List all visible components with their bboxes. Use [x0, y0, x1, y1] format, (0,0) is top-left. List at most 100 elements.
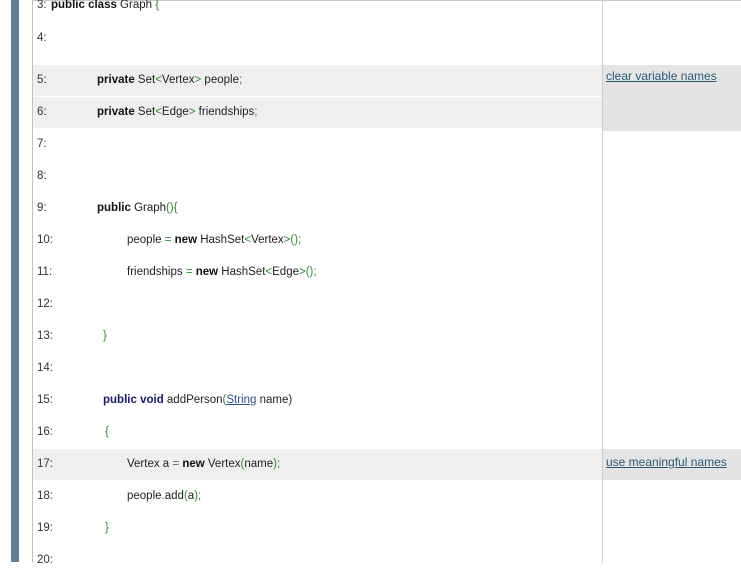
- code-text: people = new HashSet<Vertex>();: [127, 225, 301, 256]
- code-line: 4:: [33, 23, 603, 54]
- code-line: 15: public void addPerson(String name): [33, 385, 603, 416]
- comment-panel: clear variable names use meaningful names: [602, 0, 741, 563]
- line-number: 15:: [37, 394, 53, 406]
- code-token: Edge: [272, 266, 299, 278]
- code-token: people: [127, 490, 162, 502]
- code-line: 10: people = new HashSet<Vertex>();: [33, 225, 603, 256]
- line-number: 20:: [37, 554, 53, 566]
- line-number: 12:: [37, 298, 53, 310]
- review-comment-link[interactable]: clear variable names: [606, 65, 717, 87]
- code-text: Vertex a = new Vertex(name);: [127, 449, 280, 480]
- code-token: HashSet: [197, 234, 245, 246]
- code-text: people.add(a);: [127, 481, 201, 512]
- code-token: friendships: [195, 106, 255, 118]
- keyword: new: [182, 458, 205, 470]
- code-token: Graph: [116, 0, 156, 11]
- keyword: public: [103, 394, 137, 406]
- code-line: 9: public Graph(){: [33, 193, 603, 224]
- code-token: Vertex: [204, 458, 241, 470]
- code-line: 8:: [33, 161, 603, 192]
- code-text: }: [105, 513, 109, 544]
- code-token: addPerson: [163, 394, 223, 406]
- code-token: add: [164, 490, 184, 502]
- line-number: 5:: [37, 74, 47, 86]
- code-line: 5: private Set<Vertex> people;: [33, 65, 603, 96]
- keyword: new: [174, 234, 198, 246]
- comment-band: use meaningful names: [603, 449, 741, 480]
- line-number: 3:: [37, 0, 47, 11]
- code-line: 11: friendships = new HashSet<Edge>();: [33, 257, 603, 288]
- code-text: friendships = new HashSet<Edge>();: [127, 257, 317, 288]
- code-token: );: [273, 458, 281, 470]
- review-comment-link[interactable]: use meaningful names: [606, 451, 727, 473]
- code-line: 14:: [33, 353, 603, 384]
- keyword: class: [88, 0, 117, 11]
- keyword: private: [97, 74, 135, 86]
- code-token: Set: [134, 106, 156, 118]
- comment-band: clear variable names: [603, 65, 741, 131]
- code-text: public void addPerson(String name): [103, 385, 292, 416]
- code-token: Graph: [130, 202, 167, 214]
- line-number: 8:: [37, 170, 47, 182]
- code-token: }: [103, 330, 107, 342]
- code-token: }: [105, 522, 109, 534]
- code-token: <: [155, 74, 162, 86]
- code-token: Set: [134, 74, 156, 86]
- code-token: name: [244, 458, 274, 470]
- code-token: );: [194, 490, 202, 502]
- code-token: >();: [299, 266, 317, 278]
- code-line: 20:: [33, 545, 603, 576]
- line-number: 18:: [37, 490, 53, 502]
- code-token: Edge: [161, 106, 189, 118]
- code-text: {: [105, 417, 109, 448]
- code-text: private Set<Vertex> people;: [97, 65, 242, 96]
- line-number: 11:: [37, 266, 53, 278]
- code-token: people: [127, 234, 165, 246]
- code-token: ;: [238, 74, 243, 86]
- code-token: friendships: [127, 266, 186, 278]
- line-number: 6:: [37, 106, 47, 118]
- code-token: HashSet: [218, 266, 266, 278]
- code-token: >();: [283, 234, 302, 246]
- code-text: private Set<Edge> friendships;: [97, 97, 258, 128]
- code-token: Vertex a: [127, 458, 173, 470]
- code-line: 16: {: [33, 417, 603, 448]
- line-number: 17:: [37, 458, 53, 470]
- code-token: Vertex: [251, 234, 284, 246]
- keyword: void: [140, 394, 164, 406]
- code-token: (){: [166, 202, 178, 214]
- code-token: =: [185, 266, 193, 278]
- code-line: 3: public class Graph {: [33, 0, 603, 20]
- code-line: 7:: [33, 129, 603, 160]
- code-token: {: [105, 426, 109, 438]
- keyword: public: [97, 202, 131, 214]
- code-panel: 3: public class Graph {4: 5: private Set<Ve…: [32, 0, 603, 566]
- line-number: 13:: [37, 330, 53, 342]
- keyword: private: [97, 106, 135, 118]
- code-token: {: [155, 0, 160, 11]
- keyword: new: [195, 266, 219, 278]
- code-line: 6: private Set<Edge> friendships;: [33, 97, 603, 128]
- code-line: 13:}: [33, 321, 603, 352]
- type-link[interactable]: String: [226, 394, 256, 406]
- line-number: 16:: [37, 426, 53, 438]
- line-number: 10:: [37, 234, 53, 246]
- code-token: name): [256, 394, 293, 406]
- code-line: 17: Vertex a = new Vertex(name);: [33, 449, 603, 480]
- line-number: 14:: [37, 362, 53, 374]
- line-number: 7:: [37, 138, 47, 150]
- code-token: ;: [254, 106, 258, 118]
- line-number: 4:: [37, 32, 47, 44]
- line-number: 9:: [37, 202, 47, 214]
- left-gutter-bar: [11, 0, 19, 562]
- keyword: public: [51, 0, 85, 11]
- code-text: public class Graph {: [51, 0, 159, 18]
- code-line: 12:: [33, 289, 603, 320]
- code-text: }: [103, 321, 107, 352]
- line-number: 19:: [37, 522, 53, 534]
- code-line: 18: people.add(a);: [33, 481, 603, 512]
- code-token: people: [201, 74, 239, 86]
- code-token: <: [155, 106, 162, 118]
- code-line: 19:}: [33, 513, 603, 544]
- code-token: Vertex: [161, 74, 195, 86]
